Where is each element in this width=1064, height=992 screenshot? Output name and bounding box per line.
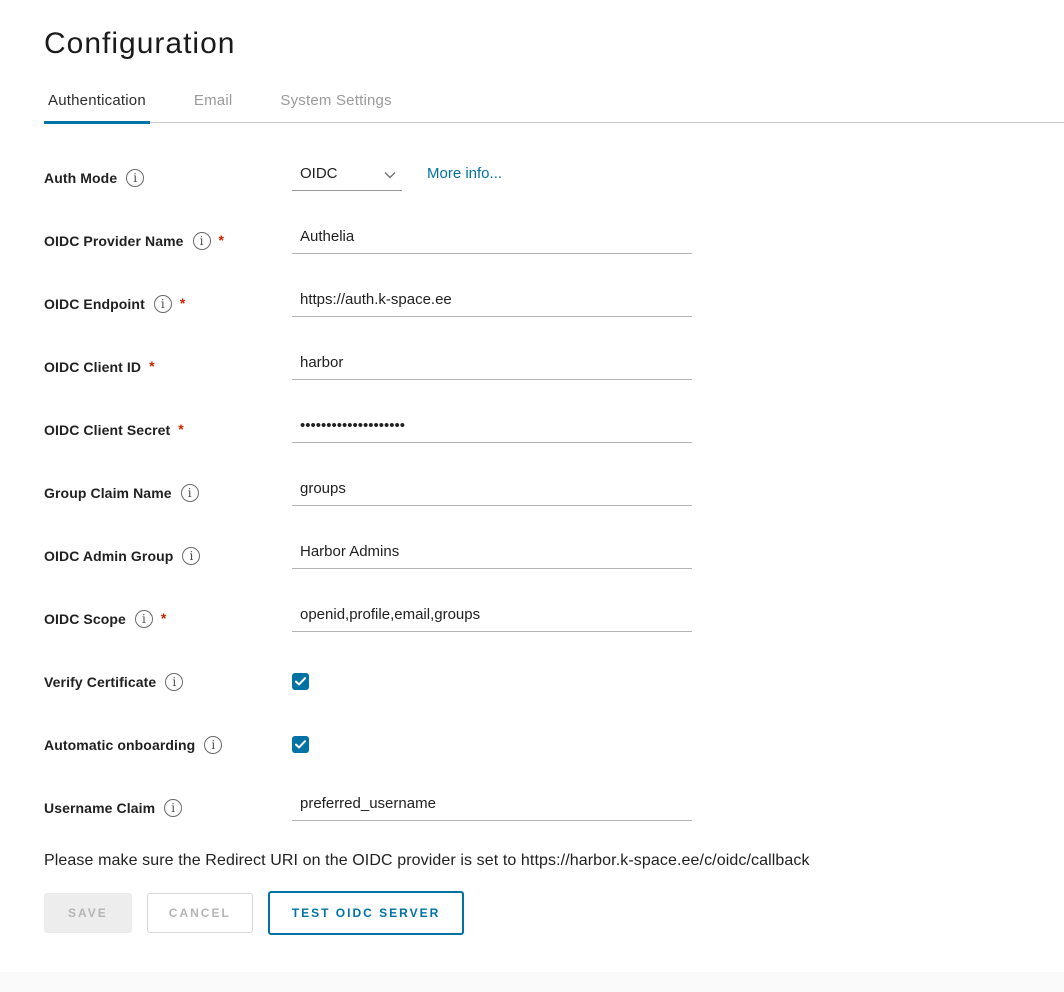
info-icon[interactable]: i (154, 295, 172, 313)
field-label: OIDC Scope (44, 611, 126, 627)
field-label: Verify Certificate (44, 674, 156, 690)
oidc-admin-group-input[interactable] (292, 537, 692, 569)
configuration-page: Configuration Authentication Email Syste… (0, 27, 1064, 935)
chevron-down-icon (384, 171, 396, 179)
field-label-group: OIDC Client Secret * (44, 411, 292, 449)
field-label-group: OIDC Admin Group i (44, 537, 292, 575)
field-label: OIDC Endpoint (44, 296, 145, 312)
field-control (292, 222, 692, 254)
field-label: OIDC Client ID (44, 359, 141, 375)
field-label-group: OIDC Provider Name i * (44, 222, 292, 260)
info-icon[interactable]: i (182, 547, 200, 565)
group-claim-name-input[interactable] (292, 474, 692, 506)
form-row-username-claim: Username Claim i (44, 789, 1064, 827)
form-row-oidc-client-secret: OIDC Client Secret * (44, 411, 1064, 449)
automatic-onboarding-checkbox[interactable] (292, 736, 309, 753)
field-label-group: Auth Mode i (44, 159, 292, 197)
page-footer-strip (0, 972, 1064, 992)
oidc-client-secret-input[interactable] (292, 411, 692, 443)
form-row-group-claim-name: Group Claim Name i (44, 474, 1064, 512)
info-icon[interactable]: i (126, 169, 144, 187)
auth-mode-select[interactable]: OIDC (292, 159, 402, 191)
info-icon[interactable]: i (164, 799, 182, 817)
field-label: OIDC Admin Group (44, 548, 173, 564)
select-value: OIDC (300, 165, 338, 182)
cancel-button[interactable]: CANCEL (147, 893, 253, 933)
field-control (292, 600, 692, 632)
info-icon[interactable]: i (204, 736, 222, 754)
info-icon[interactable]: i (135, 610, 153, 628)
field-control (292, 474, 692, 506)
action-buttons: SAVE CANCEL TEST OIDC SERVER (44, 891, 1064, 935)
field-label-group: OIDC Endpoint i * (44, 285, 292, 323)
test-oidc-server-button[interactable]: TEST OIDC SERVER (268, 891, 464, 935)
required-asterisk: * (161, 610, 166, 626)
field-control: OIDC More info... (292, 159, 502, 191)
username-claim-input[interactable] (292, 789, 692, 821)
field-control (292, 726, 309, 753)
field-label-group: OIDC Scope i * (44, 600, 292, 638)
field-label: Automatic onboarding (44, 737, 195, 753)
field-label-group: Automatic onboarding i (44, 726, 292, 764)
oidc-provider-name-input[interactable] (292, 222, 692, 254)
field-control (292, 285, 692, 317)
form-row-verify-certificate: Verify Certificate i (44, 663, 1064, 701)
check-icon (295, 740, 306, 749)
info-icon[interactable]: i (165, 673, 183, 691)
redirect-uri-note: Please make sure the Redirect URI on the… (44, 852, 1064, 870)
field-control (292, 537, 692, 569)
field-control (292, 789, 692, 821)
field-label: Auth Mode (44, 170, 117, 186)
info-icon[interactable]: i (181, 484, 199, 502)
verify-certificate-checkbox[interactable] (292, 673, 309, 690)
form-row-automatic-onboarding: Automatic onboarding i (44, 726, 1064, 764)
more-info-link[interactable]: More info... (427, 159, 502, 182)
form-row-oidc-client-id: OIDC Client ID * (44, 348, 1064, 386)
oidc-scope-input[interactable] (292, 600, 692, 632)
field-label-group: Group Claim Name i (44, 474, 292, 512)
tab-bar: Authentication Email System Settings (44, 88, 1064, 123)
field-control (292, 663, 309, 690)
page-title: Configuration (44, 27, 1064, 61)
required-asterisk: * (178, 421, 183, 437)
check-icon (295, 677, 306, 686)
tab-email[interactable]: Email (190, 88, 237, 122)
auth-settings-form: Auth Mode i OIDC More info... OIDC Provider … (44, 159, 1064, 827)
form-row-auth-mode: Auth Mode i OIDC More info... (44, 159, 1064, 197)
form-row-oidc-admin-group: OIDC Admin Group i (44, 537, 1064, 575)
field-label: Group Claim Name (44, 485, 172, 501)
field-label: OIDC Provider Name (44, 233, 184, 249)
tab-authentication[interactable]: Authentication (44, 88, 150, 122)
required-asterisk: * (219, 232, 224, 248)
form-row-oidc-endpoint: OIDC Endpoint i * (44, 285, 1064, 323)
info-icon[interactable]: i (193, 232, 211, 250)
form-row-oidc-scope: OIDC Scope i * (44, 600, 1064, 638)
form-row-oidc-provider-name: OIDC Provider Name i * (44, 222, 1064, 260)
tab-system-settings[interactable]: System Settings (276, 88, 395, 122)
field-label: Username Claim (44, 800, 155, 816)
field-control (292, 348, 692, 380)
field-label-group: Verify Certificate i (44, 663, 292, 701)
field-label-group: Username Claim i (44, 789, 292, 827)
required-asterisk: * (180, 295, 185, 311)
field-control (292, 411, 692, 443)
field-label-group: OIDC Client ID * (44, 348, 292, 386)
save-button[interactable]: SAVE (44, 893, 132, 933)
field-label: OIDC Client Secret (44, 422, 170, 438)
oidc-endpoint-input[interactable] (292, 285, 692, 317)
required-asterisk: * (149, 358, 154, 374)
oidc-client-id-input[interactable] (292, 348, 692, 380)
